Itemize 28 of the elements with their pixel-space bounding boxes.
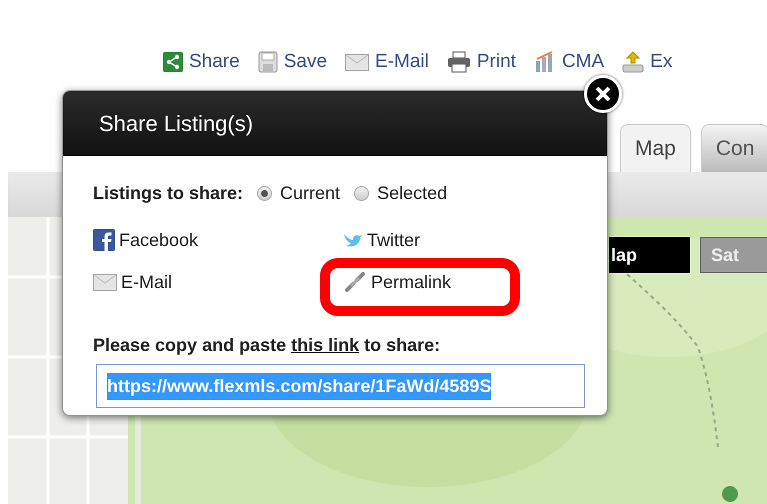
link[interactable]: this link <box>291 335 360 355</box>
toolbar-link[interactable]: Save <box>258 48 328 76</box>
envelope-icon <box>93 274 117 290</box>
social-option[interactable]: Permalink <box>343 271 452 293</box>
field-label: Listings to share: <box>93 182 244 205</box>
toolbar-link[interactable]: Print <box>446 48 516 76</box>
share-icon <box>163 52 183 72</box>
instruction-text: Please copy and paste this link to share: <box>93 334 442 357</box>
toolbar-link[interactable]: Share <box>163 48 240 76</box>
toolbar-link[interactable]: Ex <box>622 48 672 76</box>
close-icon <box>595 86 611 102</box>
printer-icon <box>446 51 471 73</box>
radio-option[interactable]: Current <box>257 180 340 207</box>
bird-icon <box>343 232 363 248</box>
tab[interactable]: Con <box>700 124 767 172</box>
chain-link-icon <box>343 270 367 294</box>
tray-arrow-icon <box>622 51 644 73</box>
toolbar-link[interactable]: CMA <box>534 48 604 76</box>
facebook-icon <box>93 229 115 251</box>
dialog-title: Share Listing(s) <box>99 110 254 138</box>
envelope-icon <box>345 54 370 70</box>
social-option[interactable]: Facebook <box>93 229 198 251</box>
tab[interactable]: Map <box>620 124 691 172</box>
social-option[interactable]: E-Mail <box>93 271 172 293</box>
social-option[interactable]: Twitter <box>343 229 420 251</box>
toolbar-link[interactable]: E-Mail <box>345 48 429 76</box>
radio-option[interactable]: Selected <box>354 180 448 207</box>
map-type-button[interactable]: lap <box>609 237 690 273</box>
